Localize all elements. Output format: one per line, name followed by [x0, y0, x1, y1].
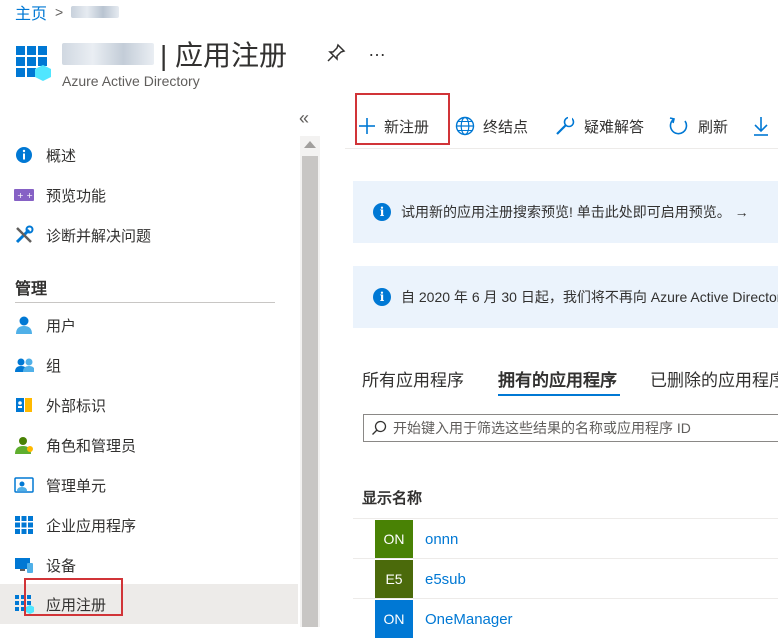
info-icon — [14, 145, 34, 165]
devices-icon — [14, 555, 34, 575]
app-name-link[interactable]: onnn — [425, 531, 458, 548]
sidebar-item-admin-units[interactable]: 管理单元 — [0, 466, 298, 504]
tab-all-applications[interactable]: 所有应用程序 — [362, 366, 464, 391]
sidebar-item-label: 预览功能 — [46, 187, 107, 205]
preview-banner-text: 试用新的应用注册搜索预览! 单击此处即可启用预览。 → — [401, 204, 749, 220]
sidebar-item-label: 设备 — [46, 557, 77, 575]
roles-admins-icon — [14, 435, 34, 455]
scroll-up-arrow-icon[interactable] — [304, 141, 316, 148]
highlight-box-new-registration — [355, 93, 450, 145]
sidebar-scrollbar[interactable] — [300, 136, 320, 627]
search-icon — [371, 420, 387, 436]
sidebar-item-overview[interactable]: 概述 — [0, 136, 298, 174]
sidebar-item-enterprise-apps[interactable]: 企业应用程序 — [0, 506, 298, 544]
sidebar-item-diagnose[interactable]: 诊断并解决问题 — [0, 216, 298, 254]
breadcrumb-home-link[interactable]: 主页 — [15, 0, 47, 24]
breadcrumb-separator: > — [55, 4, 64, 20]
page-subtitle: Azure Active Directory — [62, 73, 200, 89]
page-title: | 应用注册 — [160, 40, 288, 71]
table-row[interactable]: E5 e5sub — [353, 558, 778, 599]
app-initials-badge: ON — [375, 600, 413, 638]
sidebar-divider — [15, 302, 275, 303]
globe-icon — [455, 116, 475, 136]
highlight-box-app-registrations — [24, 578, 123, 616]
sidebar-item-groups[interactable]: 组 — [0, 346, 298, 384]
preview-features-icon: + + — [14, 185, 34, 205]
admin-units-icon — [14, 475, 34, 495]
more-options-button[interactable]: … — [368, 40, 386, 61]
sidebar-item-label: 概述 — [46, 147, 77, 165]
breadcrumb: 主页 > — [15, 0, 120, 24]
refresh-button[interactable]: 刷新 — [668, 106, 728, 146]
sidebar-collapse-button[interactable]: « — [299, 108, 309, 129]
tools-icon — [14, 225, 34, 245]
group-icon — [14, 355, 34, 375]
troubleshoot-label: 疑难解答 — [584, 118, 645, 136]
download-button[interactable] — [752, 106, 778, 146]
troubleshoot-button[interactable]: 疑难解答 — [554, 106, 644, 146]
sidebar-item-label: 用户 — [46, 317, 77, 335]
download-icon — [752, 115, 770, 137]
sidebar-item-label: 企业应用程序 — [46, 517, 137, 535]
app-registrations-logo-icon — [15, 45, 51, 81]
info-icon: i — [373, 288, 391, 306]
sidebar-item-external-identities[interactable]: 外部标识 — [0, 386, 298, 424]
app-initials-badge: E5 — [375, 560, 413, 598]
endpoints-button[interactable]: 终结点 — [455, 106, 528, 146]
sidebar-item-label: 外部标识 — [46, 397, 107, 415]
tab-active-indicator — [498, 394, 620, 396]
external-identities-icon — [14, 395, 34, 415]
info-icon: i — [373, 203, 391, 221]
refresh-label: 刷新 — [698, 118, 729, 136]
app-initials-badge: ON — [375, 520, 413, 558]
sidebar-item-preview-features[interactable]: + + 预览功能 — [0, 176, 298, 214]
sidebar-item-label: 管理单元 — [46, 477, 107, 495]
endpoints-label: 终结点 — [483, 118, 529, 136]
wrench-icon — [554, 115, 576, 137]
sidebar-item-label: 角色和管理员 — [46, 437, 137, 455]
tenant-name-redacted — [62, 43, 154, 65]
toolbar-divider — [345, 148, 778, 149]
table-row[interactable]: ON OneManager — [353, 598, 778, 639]
app-name-link[interactable]: OneManager — [425, 611, 513, 628]
breadcrumb-tenant-redacted[interactable] — [71, 6, 120, 18]
preview-banner[interactable]: i 试用新的应用注册搜索预览! 单击此处即可启用预览。 → — [353, 181, 778, 243]
column-header-display-name[interactable]: 显示名称 — [362, 487, 422, 508]
tab-deleted-applications[interactable]: 已删除的应用程序 — [650, 366, 778, 391]
sidebar-item-users[interactable]: 用户 — [0, 306, 298, 344]
notice-banner-text: 自 2020 年 6 月 30 日起，我们将不再向 Azure Active D… — [401, 289, 778, 305]
sidebar-item-label: 诊断并解决问题 — [46, 227, 152, 245]
svg-text:+ +: + + — [17, 191, 33, 200]
sidebar-item-roles-admins[interactable]: 角色和管理员 — [0, 426, 298, 464]
scrollbar-thumb[interactable] — [302, 156, 318, 627]
tab-owned-applications[interactable]: 拥有的应用程序 — [498, 366, 617, 391]
table-row[interactable]: ON onnn — [353, 518, 778, 559]
enterprise-apps-icon — [14, 515, 34, 535]
search-box[interactable]: 开始键入用于筛选这些结果的名称或应用程序 ID — [363, 414, 778, 442]
user-icon — [14, 315, 34, 335]
pin-icon[interactable] — [326, 43, 346, 63]
search-input[interactable]: 开始键入用于筛选这些结果的名称或应用程序 ID — [393, 418, 691, 438]
sidebar-section-manage: 管理 — [15, 281, 48, 298]
refresh-icon — [668, 115, 690, 137]
sidebar-item-label: 组 — [46, 357, 62, 375]
app-name-link[interactable]: e5sub — [425, 571, 466, 588]
notice-banner: i 自 2020 年 6 月 30 日起，我们将不再向 Azure Active… — [353, 266, 778, 328]
